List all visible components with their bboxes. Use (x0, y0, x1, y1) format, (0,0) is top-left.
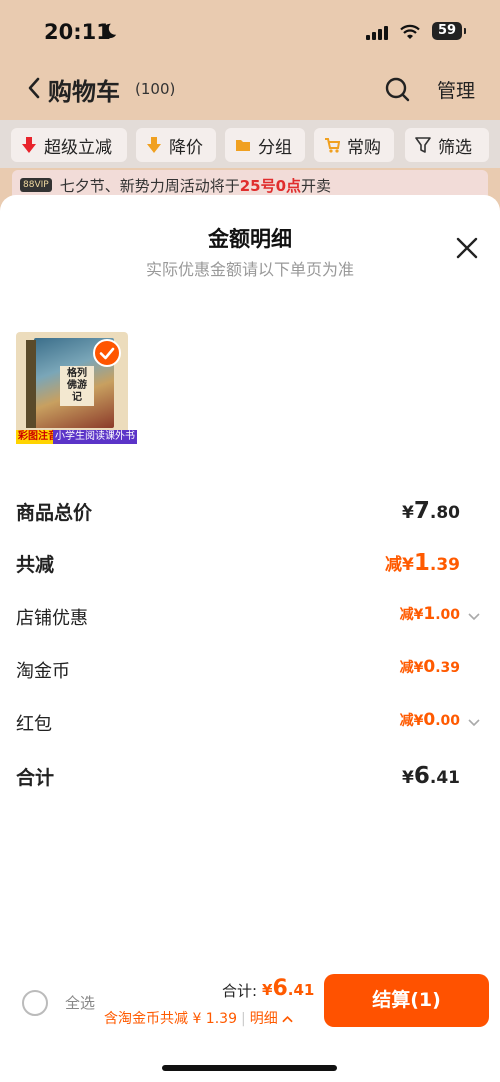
total-label: 合计: (222, 982, 258, 1000)
row-label: 商品总价 (16, 502, 93, 524)
amount-detail-sheet: 金额明细 实际优惠金额请以下单页为准 格列佛游记 彩图注音 小学生阅读课外书 商… (0, 195, 500, 1082)
search-icon[interactable] (384, 76, 410, 102)
selected-check-icon[interactable] (93, 339, 121, 367)
filter-label: 分组 (258, 137, 292, 158)
promo-highlight: 25号0点 (239, 176, 302, 195)
row-label: 合计 (16, 767, 55, 789)
manage-button[interactable]: 管理 (437, 76, 475, 103)
back-icon[interactable] (26, 76, 42, 100)
chevron-down-icon[interactable] (468, 613, 480, 621)
row-value: 减¥0.39 (399, 657, 460, 677)
filter-frequent[interactable]: 常购 (314, 128, 394, 162)
total-value: ¥6.41 (262, 976, 315, 1001)
row-total-discount: 共减 减¥1.39 (16, 550, 484, 582)
price-drop-icon (147, 137, 161, 153)
checkout-bar: 全选 合计: ¥6.41 含淘金币共减 ¥ 1.39 | 明细 结算(1) (0, 970, 500, 1050)
row-grand-total: 合计 ¥6.41 (16, 763, 484, 795)
filter-label: 筛选 (438, 137, 472, 158)
row-label: 店铺优惠 (16, 608, 88, 629)
sheet-subtitle: 实际优惠金额请以下单页为准 (145, 260, 354, 279)
sheet-title: 金额明细 (208, 227, 292, 251)
filter-icon (415, 137, 431, 153)
row-value: 减¥0.00 (399, 710, 460, 730)
folder-icon (236, 140, 250, 151)
filter-price-drop[interactable]: 降价 (136, 128, 216, 162)
moon-icon (102, 23, 117, 39)
row-label: 红包 (16, 714, 52, 735)
row-value: ¥6.41 (402, 763, 460, 789)
row-taojinbi: 淘金币 减¥0.39 (16, 657, 484, 689)
book-spine (26, 340, 36, 428)
page-title: 购物车 (48, 78, 120, 106)
row-shop-discount[interactable]: 店铺优惠 减¥1.00 (16, 604, 484, 636)
chevron-up-icon[interactable] (282, 1015, 293, 1023)
cart-count: (100) (135, 80, 176, 98)
checkout-button[interactable]: 结算(1) (324, 974, 489, 1027)
filter-group[interactable]: 分组 (225, 128, 305, 162)
status-bar: 20:11 59 (0, 18, 500, 48)
promo-text-end: 开卖 (301, 176, 332, 195)
detail-link[interactable]: 明细 (250, 1011, 278, 1027)
row-label: 淘金币 (16, 661, 70, 682)
filter-label: 降价 (169, 137, 203, 158)
row-red-packet[interactable]: 红包 减¥0.00 (16, 710, 484, 742)
close-icon[interactable] (456, 237, 478, 259)
chevron-down-icon[interactable] (468, 719, 480, 727)
promo-text: 七夕节、新势力周活动将于 (59, 176, 240, 195)
row-value: 减¥1.00 (399, 604, 460, 624)
discount-detail[interactable]: 含淘金币共减 ¥ 1.39 | 明细 (104, 1008, 293, 1028)
nav-bar: 购物车 (100) 管理 (0, 70, 500, 110)
filter-bar: 超级立减 降价 分组 常购 筛选 (0, 120, 500, 168)
filter-screen[interactable]: 筛选 (405, 128, 489, 162)
wifi-icon (400, 24, 420, 39)
down-arrow-icon (22, 137, 36, 153)
select-all-label[interactable]: 全选 (65, 992, 95, 1013)
signal-icon (366, 24, 388, 40)
product-tag-reading: 小学生阅读课外书 (53, 430, 137, 444)
filter-label: 超级立减 (44, 137, 112, 158)
row-value: ¥7.80 (402, 498, 460, 524)
row-goods-total: 商品总价 ¥7.80 (16, 498, 484, 530)
vip-badge: 88VIP (20, 178, 52, 192)
filter-super-discount[interactable]: 超级立减 (11, 128, 127, 162)
cart-icon (325, 138, 340, 153)
row-value: 减¥1.39 (385, 550, 460, 576)
home-indicator (162, 1065, 337, 1071)
battery-icon: 59 (432, 22, 466, 40)
book-title: 格列佛游记 (60, 366, 94, 406)
select-all-radio[interactable] (22, 990, 48, 1016)
discount-text: 含淘金币共减 ¥ 1.39 (104, 1011, 237, 1027)
filter-label: 常购 (347, 137, 381, 158)
row-label: 共减 (16, 554, 55, 576)
